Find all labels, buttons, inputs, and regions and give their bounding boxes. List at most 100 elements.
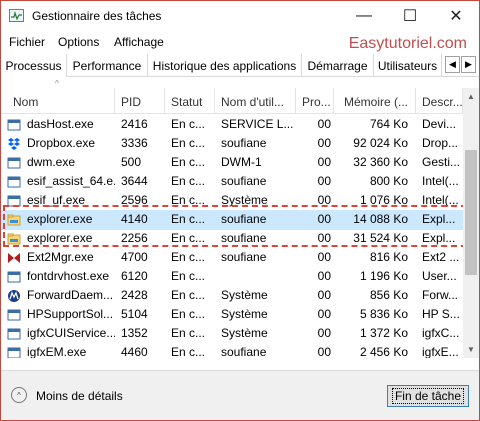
tab-processus[interactable]: Processus [1, 54, 67, 77]
window-icon [7, 308, 21, 322]
column-header-row: Nom PID Statut Nom d'util... Pro... Mémo… [1, 88, 463, 114]
cell-name: ForwardDaem... [27, 288, 114, 302]
vertical-scrollbar[interactable]: ▲ ▼ [463, 88, 479, 358]
process-row[interactable]: HPSupportSol... 5104 En c... Système 00 5 836… [1, 305, 463, 325]
column-header-nom[interactable]: Nom [1, 88, 115, 114]
window-icon [7, 175, 21, 189]
cell-description: Forw... [422, 288, 459, 302]
scroll-thumb[interactable] [465, 150, 477, 275]
tab-utilisateurs[interactable]: Utilisateurs [374, 54, 442, 77]
tab-scroll-right-icon[interactable]: ▶ [461, 56, 476, 73]
cell-memory: 816 Ko [369, 250, 408, 264]
cell-user: soufiane [221, 174, 267, 188]
column-header-pid[interactable]: PID [115, 88, 165, 114]
close-button[interactable]: ✕ [433, 1, 479, 31]
column-header-user[interactable]: Nom d'util... [215, 88, 296, 114]
tab-performance[interactable]: Performance [67, 54, 148, 77]
process-row[interactable]: Dropbox.exe 3336 En c... soufiane 00 92 024 K… [1, 134, 463, 154]
process-row[interactable]: igfxCUIService... 1352 En c... Système 00 1 3… [1, 324, 463, 344]
cell-memory: 14 088 Ko [353, 212, 408, 226]
cell-user: soufiane [221, 231, 267, 245]
cell-cpu: 00 [317, 193, 331, 207]
end-task-button[interactable]: Fin de tâche [387, 385, 469, 407]
cell-memory: 2 456 Ko [359, 345, 408, 358]
menu-options[interactable]: Options [58, 35, 99, 49]
cell-memory: 1 372 Ko [359, 326, 408, 340]
process-row[interactable]: ForwardDaem... 2428 En c... Système 00 856 Ko… [1, 286, 463, 306]
process-row[interactable]: dwm.exe 500 En c... DWM-1 00 32 360 Ko Gesti..… [1, 153, 463, 173]
window-title: Gestionnaire des tâches [32, 9, 162, 23]
cell-description: Expl... [422, 231, 456, 245]
cell-cpu: 00 [317, 117, 331, 131]
cell-name: esif_uf.exe [27, 193, 86, 207]
cell-cpu: 00 [317, 212, 331, 226]
ext2-icon [7, 251, 21, 265]
process-row[interactable]: explorer.exe 2256 En c... soufiane 00 31 524 … [1, 229, 463, 249]
process-row[interactable]: dasHost.exe 2416 En c... SERVICE L... 00 764 … [1, 115, 463, 135]
process-row[interactable]: esif_uf.exe 2596 En c... Système 00 1 076 Ko I… [1, 191, 463, 211]
cell-pid: 2428 [121, 288, 148, 302]
scroll-up-icon[interactable]: ▲ [463, 88, 479, 105]
column-header-description[interactable]: Descr... [416, 88, 463, 114]
column-header-statut[interactable]: Statut [165, 88, 215, 114]
cell-user: Système [221, 326, 268, 340]
cell-name: dwm.exe [27, 155, 76, 169]
process-row[interactable]: explorer.exe 4140 En c... soufiane 00 14 088 … [1, 210, 463, 230]
cell-name: explorer.exe [27, 231, 93, 245]
cell-memory: 32 360 Ko [353, 155, 408, 169]
cell-description: User... [422, 269, 457, 283]
motorola-icon [7, 289, 21, 303]
cell-pid: 3336 [121, 136, 148, 150]
cell-pid: 5104 [121, 307, 148, 321]
cell-pid: 4700 [121, 250, 148, 264]
scroll-down-icon[interactable]: ▼ [463, 341, 479, 358]
minimize-button[interactable]: — [341, 1, 387, 31]
cell-pid: 2416 [121, 117, 148, 131]
window-icon [7, 194, 21, 208]
cell-name: igfxCUIService... [27, 326, 115, 340]
cell-pid: 2256 [121, 231, 148, 245]
task-manager-window: Gestionnaire des tâches — ☐ ✕ Fichier Op… [0, 0, 480, 421]
title-bar[interactable]: Gestionnaire des tâches — ☐ ✕ [1, 1, 479, 31]
cell-cpu: 00 [317, 174, 331, 188]
column-header-memory[interactable]: Mémoire (... [334, 88, 416, 114]
process-row[interactable]: igfxEM.exe 4460 En c... soufiane 00 2 456 Ko i… [1, 343, 463, 358]
cell-pid: 500 [121, 155, 142, 169]
tab-demarrage[interactable]: Démarrage [302, 54, 374, 77]
less-details-link[interactable]: Moins de détails [36, 389, 123, 403]
cell-memory: 1 076 Ko [359, 193, 408, 207]
process-list: dasHost.exe 2416 En c... SERVICE L... 00 764 … [1, 114, 463, 358]
tab-scroll-left-icon[interactable]: ◀ [445, 56, 460, 73]
tab-historique[interactable]: Historique des applications [148, 54, 302, 77]
cell-status: En c... [171, 307, 206, 321]
cell-cpu: 00 [317, 345, 331, 358]
maximize-button[interactable]: ☐ [387, 1, 433, 31]
process-row[interactable]: Ext2Mgr.exe 4700 En c... soufiane 00 816 Ko Ex… [1, 248, 463, 268]
menu-fichier[interactable]: Fichier [9, 35, 45, 49]
cell-description: Intel(... [422, 193, 459, 207]
cell-name: dasHost.exe [27, 117, 94, 131]
column-header-cpu[interactable]: Pro... [296, 88, 334, 114]
cell-status: En c... [171, 231, 206, 245]
dropbox-icon [7, 137, 21, 151]
cell-user: Système [221, 193, 268, 207]
cell-status: En c... [171, 345, 206, 358]
watermark-text: Easytutoriel.com [348, 35, 467, 52]
window-icon [7, 346, 21, 358]
cell-cpu: 00 [317, 136, 331, 150]
cell-name: explorer.exe [27, 212, 93, 226]
process-row[interactable]: esif_assist_64.e... 3644 En c... soufiane 00… [1, 172, 463, 192]
cell-name: Dropbox.exe [27, 136, 96, 150]
process-row[interactable]: fontdrvhost.exe 6120 En c... 00 1 196 Ko User… [1, 267, 463, 287]
menu-affichage[interactable]: Affichage [114, 35, 164, 49]
window-icon [7, 156, 21, 170]
collapse-chevron-icon[interactable]: ^ [11, 387, 27, 403]
tab-bar: Processus Performance Historique des app… [1, 54, 479, 77]
cell-pid: 6120 [121, 269, 148, 283]
cell-cpu: 00 [317, 155, 331, 169]
cell-cpu: 00 [317, 269, 331, 283]
task-manager-icon [9, 9, 24, 22]
footer-bar: ^ Moins de détails Fin de tâche [1, 370, 479, 420]
cell-name: igfxEM.exe [27, 345, 87, 358]
cell-user: Système [221, 288, 268, 302]
